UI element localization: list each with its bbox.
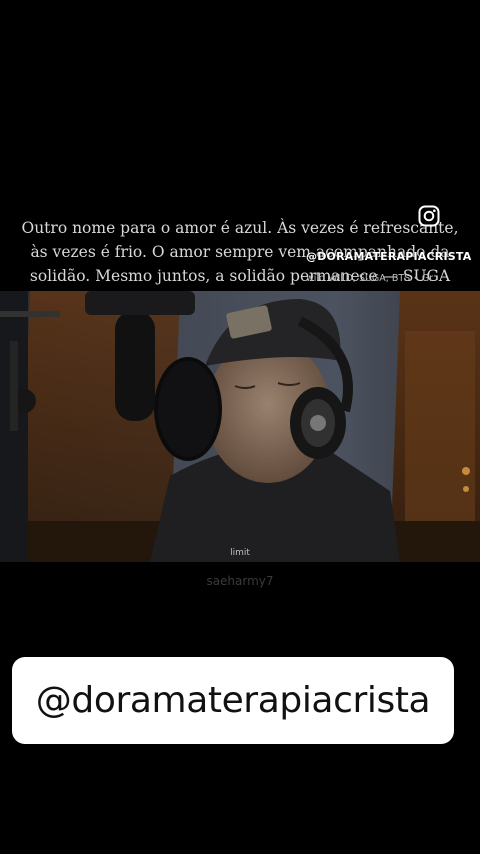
video-subtitle: limit: [230, 548, 250, 558]
studio-scene: [0, 291, 480, 562]
video-frame[interactable]: limit: [0, 291, 480, 562]
video-watermark: saeharmy7: [206, 574, 274, 588]
banner-handle: @doramaterapiacrista: [35, 680, 431, 721]
quote-line-1: Outro nome para o amor é azul. Às vezes …: [21, 219, 459, 237]
audio-credit: wild WILD, SUGA, BTS • Gr: [306, 273, 434, 284]
instagram-icon[interactable]: [418, 205, 440, 227]
instagram-handle[interactable]: @DORAMATERAPIACRISTA: [306, 250, 471, 263]
handle-banner: @doramaterapiacrista: [12, 657, 454, 744]
